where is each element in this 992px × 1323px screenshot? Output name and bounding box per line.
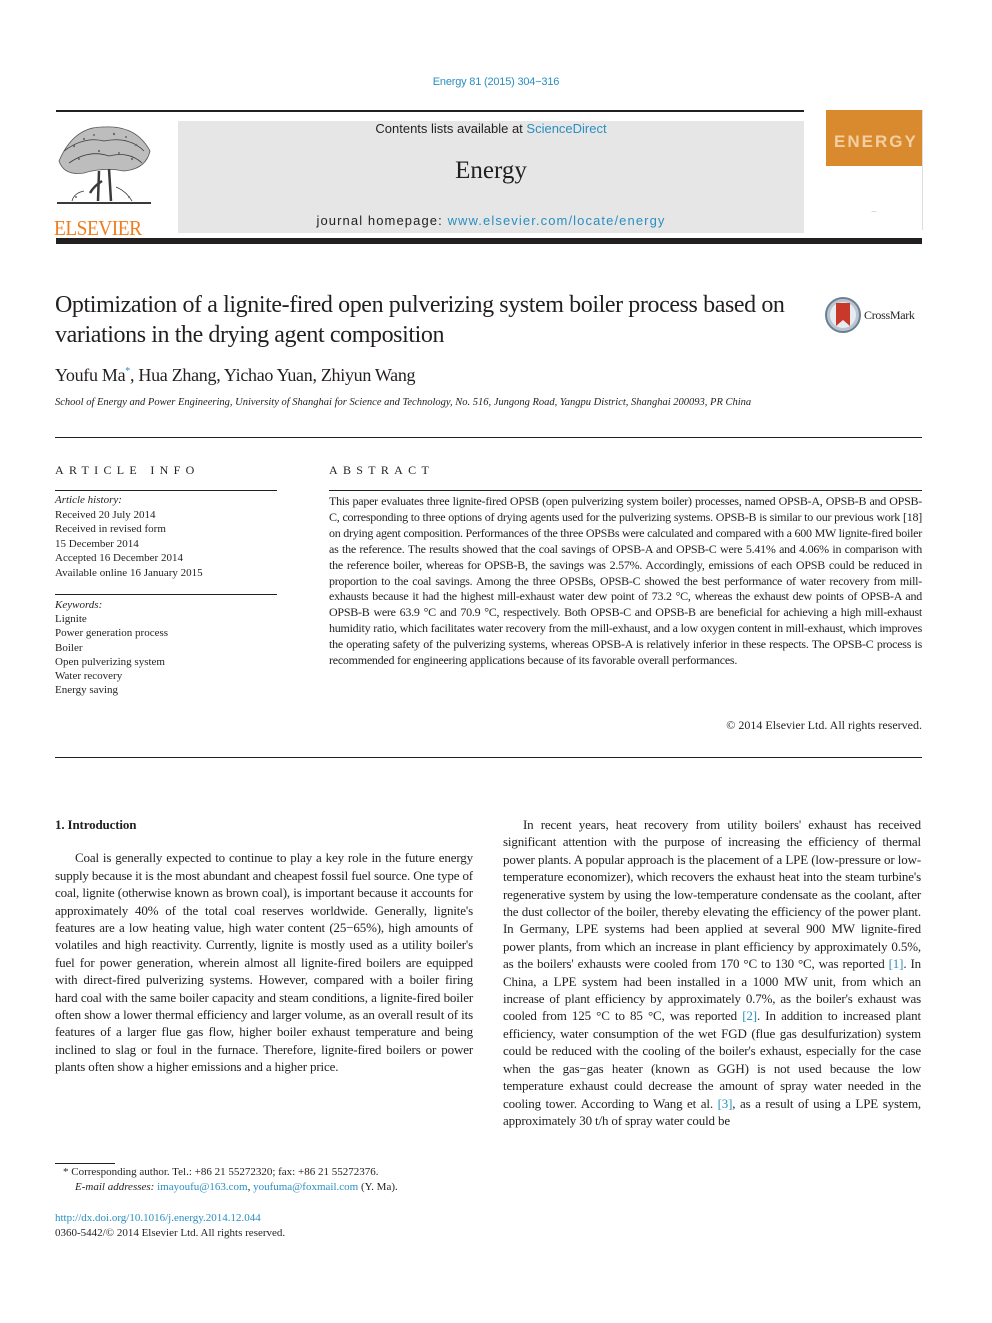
keyword-item: Power generation process bbox=[55, 627, 169, 640]
section-heading-introduction: 1. Introduction bbox=[55, 817, 137, 832]
journal-homepage-line: journal homepage: www.elsevier.com/locat… bbox=[178, 213, 804, 228]
keyword-item: Energy saving bbox=[55, 684, 119, 697]
journal-name: Energy bbox=[455, 157, 527, 184]
body-paragraph: In recent years, heat recovery from util… bbox=[503, 816, 921, 1129]
footnote-rule bbox=[55, 1163, 115, 1164]
divider bbox=[55, 594, 277, 595]
crossmark-label: CrossMark bbox=[864, 308, 915, 322]
journal-banner: Contents lists available at ScienceDirec… bbox=[178, 121, 804, 233]
history-item: Received 20 July 2014 bbox=[55, 508, 156, 521]
body-column-right: In recent years, heat recovery from util… bbox=[503, 816, 921, 1129]
history-item: 15 December 2014 bbox=[55, 537, 139, 550]
journal-citation[interactable]: Energy 81 (2015) 304−316 bbox=[0, 76, 992, 88]
reference-link[interactable]: [1] bbox=[889, 956, 904, 971]
sciencedirect-link[interactable]: ScienceDirect bbox=[526, 121, 606, 136]
history-item: Accepted 16 December 2014 bbox=[55, 552, 183, 564]
contents-line: Contents lists available at ScienceDirec… bbox=[178, 121, 804, 136]
body-paragraph: Coal is generally expected to continue t… bbox=[55, 850, 473, 1075]
article-history: Article history: Received 20 July 2014 R… bbox=[55, 493, 277, 580]
email-link[interactable]: youfuma@foxmail.com bbox=[253, 1181, 358, 1193]
cover-publisher-text: — bbox=[871, 210, 877, 215]
author-name[interactable]: Youfu Ma bbox=[55, 365, 126, 385]
crossmark-badge[interactable]: CrossMark bbox=[824, 296, 924, 336]
author-separator: , bbox=[216, 365, 224, 385]
journal-cover-thumbnail[interactable]: ENERGY — bbox=[826, 110, 923, 230]
paragraph-text: In recent years, heat recovery from util… bbox=[503, 817, 921, 972]
body-column-left: 1. Introduction Coal is generally expect… bbox=[55, 816, 473, 1076]
email-line: E-mail addresses: imayoufu@163.com, youf… bbox=[55, 1180, 475, 1195]
reference-link[interactable]: [3] bbox=[718, 1096, 733, 1111]
footnote: * Corresponding author. Tel.: +86 21 552… bbox=[55, 1165, 475, 1195]
keyword-item: Open pulverizing system bbox=[55, 655, 165, 668]
cover-title: ENERGY bbox=[834, 132, 918, 151]
keyword-item: Water recovery bbox=[55, 670, 123, 683]
email-label: E-mail addresses: bbox=[75, 1181, 155, 1193]
crossmark-icon bbox=[825, 297, 861, 333]
doi-link[interactable]: http://dx.doi.org/10.1016/j.energy.2014.… bbox=[55, 1212, 261, 1224]
citation-link[interactable]: Energy 81 (2015) 304−316 bbox=[433, 76, 560, 88]
elsevier-tree-icon bbox=[57, 126, 151, 204]
divider bbox=[55, 757, 922, 758]
author-separator: , bbox=[312, 365, 321, 385]
abstract-text: This paper evaluates three lignite-fired… bbox=[329, 494, 922, 668]
elsevier-logo[interactable]: ELSEVIER bbox=[54, 121, 156, 239]
contents-prefix: Contents lists available at bbox=[375, 121, 527, 136]
author-name[interactable]: Yichao Yuan bbox=[224, 365, 313, 385]
reference-link[interactable]: [2] bbox=[742, 1008, 757, 1023]
article-info-heading: ARTICLE INFO bbox=[55, 463, 200, 477]
homepage-prefix: journal homepage: bbox=[316, 213, 448, 228]
issn-copyright: 0360-5442/© 2014 Elsevier Ltd. All right… bbox=[55, 1227, 286, 1239]
history-item: Available online 16 January 2015 bbox=[55, 566, 203, 579]
homepage-link[interactable]: www.elsevier.com/locate/energy bbox=[448, 213, 666, 228]
author-list: Youfu Ma*, Hua Zhang, Yichao Yuan, Zhiyu… bbox=[55, 362, 416, 386]
abstract-heading: ABSTRACT bbox=[329, 463, 435, 477]
header-top-rule bbox=[56, 110, 804, 112]
doi-block: http://dx.doi.org/10.1016/j.energy.2014.… bbox=[55, 1211, 285, 1241]
email-suffix: (Y. Ma). bbox=[358, 1181, 398, 1193]
keywords-label: Keywords: bbox=[55, 599, 103, 611]
divider bbox=[55, 490, 277, 491]
article-history-label: Article history: bbox=[55, 494, 122, 506]
divider bbox=[329, 490, 922, 491]
author-affiliation: School of Energy and Power Engineering, … bbox=[55, 397, 752, 408]
author-name[interactable]: Hua Zhang bbox=[138, 365, 216, 385]
keywords: Keywords: Lignite Power generation proce… bbox=[55, 598, 277, 697]
elsevier-wordmark: ELSEVIER bbox=[54, 216, 142, 240]
corresponding-author-text: Corresponding author. Tel.: +86 21 55272… bbox=[68, 1166, 379, 1178]
article-title: Optimization of a lignite-fired open pul… bbox=[55, 292, 785, 348]
keyword-item: Lignite bbox=[55, 613, 87, 626]
author-name[interactable]: Zhiyun Wang bbox=[321, 365, 416, 385]
email-link[interactable]: imayoufu@163.com bbox=[157, 1181, 247, 1193]
header-bottom-bar bbox=[56, 238, 922, 244]
keyword-item: Boiler bbox=[55, 641, 83, 654]
abstract-copyright: © 2014 Elsevier Ltd. All rights reserved… bbox=[726, 718, 922, 732]
history-item: Received in revised form bbox=[55, 523, 166, 535]
corresponding-author-note: * Corresponding author. Tel.: +86 21 552… bbox=[55, 1165, 475, 1180]
divider bbox=[55, 437, 922, 438]
